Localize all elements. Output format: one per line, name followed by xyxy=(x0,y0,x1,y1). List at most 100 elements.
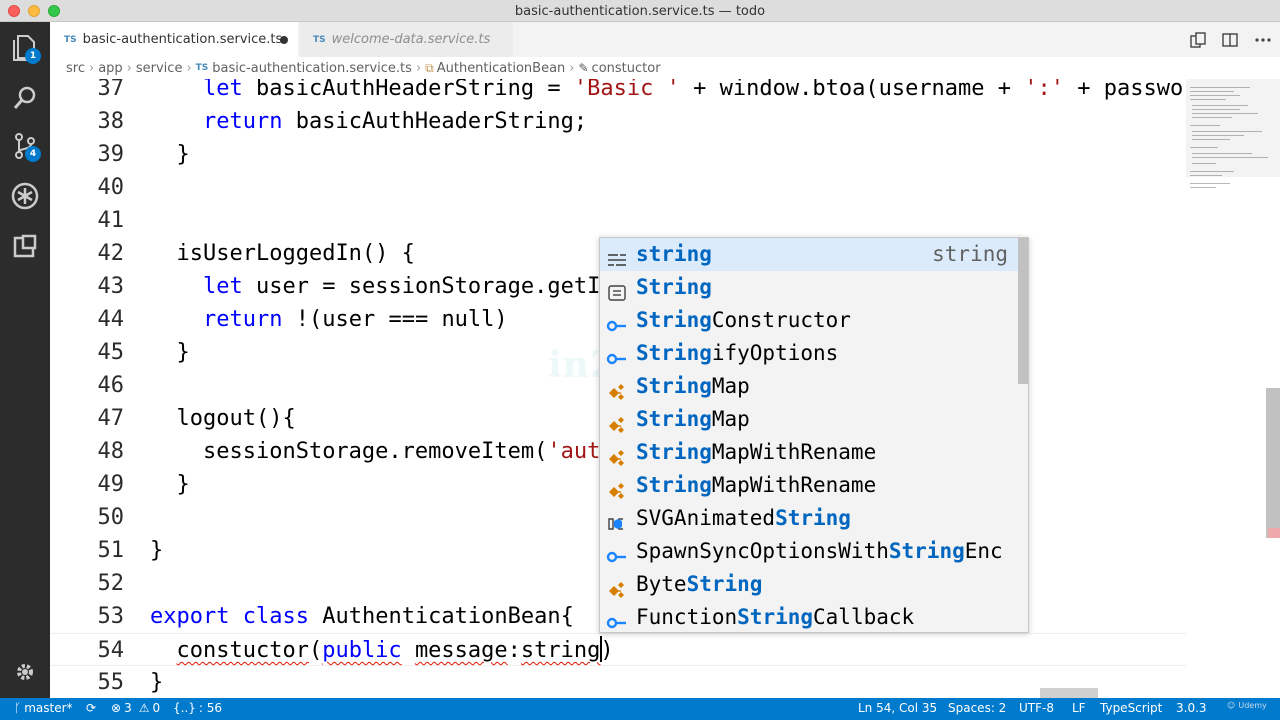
interface-icon xyxy=(606,345,628,365)
line-number: 49 xyxy=(97,472,125,497)
code-text: return basicAuthHeaderString; xyxy=(202,109,588,134)
smiley-icon: ☺ xyxy=(1227,701,1236,710)
tab-label: basic-authentication.service.ts xyxy=(82,32,283,47)
breadcrumb-item-file[interactable]: basic-authentication.service.ts xyxy=(212,61,412,76)
search-icon[interactable] xyxy=(9,82,41,114)
debug-icon[interactable] xyxy=(9,180,41,212)
brace-count: : 56 xyxy=(198,701,223,715)
line-number: 48 xyxy=(97,439,125,464)
udemy-label: Udemy xyxy=(1238,701,1267,710)
code-text: sessionStorage.removeItem('aut xyxy=(202,439,601,464)
code-line: 41 xyxy=(50,204,1186,237)
interface-icon xyxy=(606,609,628,629)
breadcrumb-item-method[interactable]: constuctor xyxy=(592,61,661,76)
code-text: let user = sessionStorage.getI xyxy=(202,274,601,299)
chevron-right-icon: › xyxy=(186,60,192,76)
code-line: 39 } xyxy=(50,138,1186,171)
suggestion-item[interactable]: ByteString xyxy=(600,568,1018,601)
vertical-scrollbar[interactable] xyxy=(1266,388,1280,538)
code-text: } xyxy=(150,142,190,167)
typescript-file-icon: TS xyxy=(64,34,77,45)
code-line: 40 xyxy=(50,171,1186,204)
enum-icon xyxy=(606,279,628,301)
activity-bar: 1 4 xyxy=(0,22,50,698)
open-changes-icon[interactable] xyxy=(1189,31,1207,49)
split-editor-icon[interactable] xyxy=(1221,31,1239,49)
minimap-slider[interactable] xyxy=(1186,79,1280,177)
suggestion-label: SpawnSyncOptionsWithStringEnc xyxy=(636,539,1003,563)
suggestion-label: String xyxy=(636,275,712,299)
class-icon xyxy=(606,576,628,598)
more-actions-icon[interactable] xyxy=(1254,31,1272,49)
class-icon xyxy=(606,477,628,499)
suggestion-item[interactable]: StringifyOptions xyxy=(600,337,1018,370)
sync-button[interactable]: ⟳ xyxy=(86,701,96,715)
chevron-right-icon: › xyxy=(415,60,422,76)
tab-basic-authentication-service[interactable]: TS basic-authentication.service.ts xyxy=(50,22,298,57)
suggestion-item[interactable]: String xyxy=(600,271,1018,304)
line-number: 52 xyxy=(97,571,125,596)
brace-label: {..} xyxy=(173,701,196,715)
text-cursor xyxy=(600,636,602,662)
breadcrumb-item-class[interactable]: AuthenticationBean xyxy=(437,61,566,76)
end-of-line[interactable]: LF xyxy=(1072,701,1086,715)
suggestion-item[interactable]: StringMapWithRename xyxy=(600,436,1018,469)
line-number: 42 xyxy=(97,241,125,266)
code-text: return !(user === null) xyxy=(202,307,508,332)
line-number: 50 xyxy=(97,505,125,530)
suggestion-item[interactable]: StringMap xyxy=(600,403,1018,436)
line-number: 55 xyxy=(97,670,125,695)
suggestion-detail: string xyxy=(932,242,1008,266)
encoding[interactable]: UTF-8 xyxy=(1019,701,1054,715)
suggest-scrollbar[interactable] xyxy=(1018,238,1028,384)
settings-gear-icon[interactable] xyxy=(9,656,41,688)
git-branch-icon: ᚴ xyxy=(14,701,22,715)
extensions-icon[interactable] xyxy=(9,230,41,262)
suggestion-item[interactable]: FunctionStringCallback xyxy=(600,601,1018,632)
suggestion-item[interactable]: StringMap xyxy=(600,370,1018,403)
code-text: logout(){ xyxy=(176,406,296,431)
tab-welcome-data-service[interactable]: TS welcome-data.service.ts xyxy=(299,22,513,57)
line-number: 45 xyxy=(97,340,125,365)
cursor-position[interactable]: Ln 54, Col 35 xyxy=(858,701,937,715)
code-line-current: 54 constuctor(public message:string) xyxy=(50,633,1186,666)
code-text: } xyxy=(150,538,164,563)
git-branch[interactable]: ᚴ master* xyxy=(14,701,73,715)
tab-label: welcome-data.service.ts xyxy=(331,32,491,47)
suggestion-item[interactable]: string string xyxy=(600,238,1018,271)
suggestion-item[interactable]: SpawnSyncOptionsWithStringEnc xyxy=(600,535,1018,568)
brace-indicator[interactable]: {..} : 56 xyxy=(173,701,222,715)
udemy-watermark: ☺ Udemy xyxy=(1227,701,1267,710)
chevron-right-icon: › xyxy=(569,60,575,76)
suggestion-label: string xyxy=(636,242,712,266)
indentation[interactable]: Spaces: 2 xyxy=(948,701,1006,715)
suggestion-label: StringMap xyxy=(636,374,750,398)
horizontal-scrollbar[interactable] xyxy=(1040,688,1098,698)
chevron-right-icon: › xyxy=(126,60,132,76)
class-icon xyxy=(606,378,628,400)
error-icon: ⊗ xyxy=(111,701,122,715)
ts-version[interactable]: 3.0.3 xyxy=(1176,701,1207,715)
breadcrumb-item-src[interactable]: src xyxy=(66,61,85,76)
line-number: 51 xyxy=(97,538,125,563)
suggestion-item[interactable]: SVGAnimatedString xyxy=(600,502,1018,535)
suggestion-label: SVGAnimatedString xyxy=(636,506,851,530)
line-number: 54 xyxy=(97,638,125,663)
code-text: } xyxy=(150,340,190,365)
problems-indicator[interactable]: ⊗ 3 ⚠ 0 xyxy=(111,701,160,715)
code-line: 37 let basicAuthHeaderString = 'Basic ' … xyxy=(50,79,1186,105)
suggestion-item[interactable]: StringConstructor xyxy=(600,304,1018,337)
explorer-icon[interactable]: 1 xyxy=(9,32,41,64)
source-control-icon[interactable]: 4 xyxy=(9,130,41,162)
line-number: 47 xyxy=(97,406,125,431)
suggestion-label: StringConstructor xyxy=(636,308,851,332)
status-bar: ᚴ master* ⟳ ⊗ 3 ⚠ 0 {..} : 56 Ln 54, Col… xyxy=(0,698,1280,720)
code-text: constuctor(public message:string) xyxy=(176,638,614,663)
interface-icon xyxy=(606,543,628,563)
error-marker xyxy=(1268,528,1280,538)
unsaved-dot-icon[interactable] xyxy=(280,36,288,44)
suggestion-item[interactable]: StringMapWithRename xyxy=(600,469,1018,502)
breadcrumb-item-app[interactable]: app xyxy=(98,61,122,76)
language-mode[interactable]: TypeScript xyxy=(1100,701,1162,715)
breadcrumb-item-service[interactable]: service xyxy=(136,61,183,76)
